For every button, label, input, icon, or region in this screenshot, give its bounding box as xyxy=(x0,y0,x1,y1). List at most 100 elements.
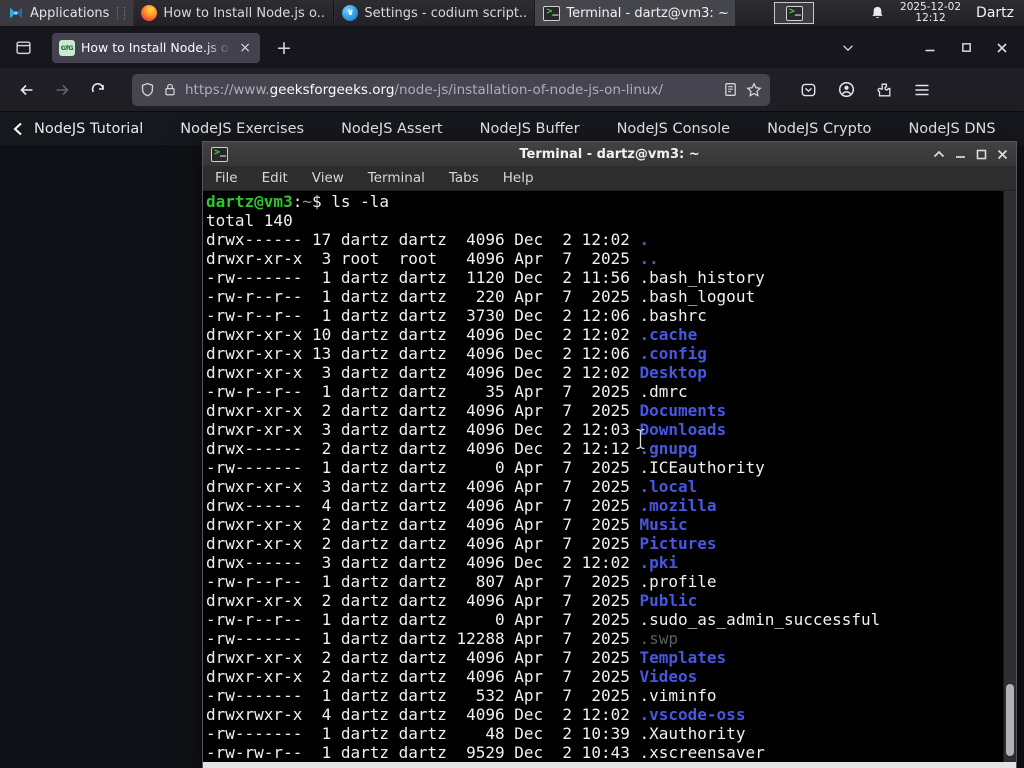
terminal-listing: drwx------ 17 dartz dartz 4096 Dec 2 12:… xyxy=(206,230,1016,762)
tracking-shield-icon[interactable] xyxy=(140,82,155,98)
site-nav-link[interactable]: NodeJS Assert xyxy=(341,121,443,137)
directory-name: Templates xyxy=(639,648,727,667)
url-bar[interactable]: https://www.geeksforgeeks.org/node-js/in… xyxy=(132,73,770,106)
taskbar-button-codium[interactable]: ∨ Settings - codium script... xyxy=(334,0,536,26)
bookmark-star-icon[interactable] xyxy=(746,81,762,98)
directory-name: Music xyxy=(639,515,688,534)
menu-tabs[interactable]: Tabs xyxy=(449,170,479,186)
browser-window-controls xyxy=(834,35,1016,61)
panel-clock[interactable]: 2025-12-02 12:12 xyxy=(900,2,961,24)
terminal-line: drwxr-xr-x 3 dartz dartz 4096 Dec 2 12:0… xyxy=(206,363,707,382)
scrollbar-thumb[interactable] xyxy=(1006,684,1014,756)
distro-logo-icon xyxy=(8,5,24,21)
menu-edit[interactable]: Edit xyxy=(262,170,288,186)
terminal-window: Terminal - dartz@vm3: ~ File Edit View T… xyxy=(202,141,1017,768)
browser-tab-active[interactable]: GfG How to Install Node.js on × xyxy=(52,32,260,63)
terminal-line: -rw-rw-r-- 1 dartz dartz 9529 Dec 2 10:4… xyxy=(206,743,765,762)
menu-help[interactable]: Help xyxy=(503,170,534,186)
lock-icon[interactable] xyxy=(163,82,177,97)
maximize-button[interactable] xyxy=(976,149,987,160)
directory-name: Videos xyxy=(639,667,698,686)
directory-name: .cache xyxy=(639,325,698,344)
file-name: .Xauthority xyxy=(639,724,746,743)
directory-name: . xyxy=(639,230,650,249)
terminal-line: drwxr-xr-x 2 dartz dartz 4096 Apr 7 2025… xyxy=(206,667,698,686)
file-name: .viminfo xyxy=(639,686,717,705)
applications-menu-button[interactable]: Applications xyxy=(0,0,134,26)
list-all-tabs-icon[interactable] xyxy=(834,35,862,61)
terminal-line: drwxr-xr-x 3 dartz dartz 4096 Dec 2 12:0… xyxy=(206,420,727,439)
terminal-line: -rw-r--r-- 1 dartz dartz 35 Apr 7 2025 .… xyxy=(206,382,688,401)
directory-name: Desktop xyxy=(639,363,707,382)
terminal-total-line: total 140 xyxy=(206,211,293,230)
terminal-icon xyxy=(211,146,228,162)
directory-name: .config xyxy=(639,344,707,363)
account-icon[interactable] xyxy=(830,75,862,105)
terminal-line: -rw-r--r-- 1 dartz dartz 220 Apr 7 2025 … xyxy=(206,287,756,306)
taskbar-button-terminal[interactable]: Terminal - dartz@vm3: ~ xyxy=(535,0,737,26)
firefox-view-icon[interactable] xyxy=(8,34,38,62)
reader-mode-icon[interactable] xyxy=(723,82,738,97)
terminal-window-title: Terminal - dartz@vm3: ~ xyxy=(519,146,700,162)
menu-file[interactable]: File xyxy=(215,170,238,186)
terminal-line: -rw------- 1 dartz dartz 48 Dec 2 10:39 … xyxy=(206,724,746,743)
minimize-button[interactable] xyxy=(955,149,966,159)
directory-name: .local xyxy=(639,477,698,496)
workspace-switcher[interactable] xyxy=(774,2,815,24)
terminal-line: drwxr-xr-x 3 root root 4096 Apr 7 2025 .… xyxy=(206,249,659,268)
close-button[interactable] xyxy=(988,35,1016,61)
taskbar-button-firefox[interactable]: How to Install Node.js o... xyxy=(133,0,335,26)
minimize-button[interactable] xyxy=(916,35,944,61)
new-tab-button[interactable]: + xyxy=(266,37,302,59)
close-button[interactable] xyxy=(997,149,1008,160)
reload-button[interactable] xyxy=(82,75,114,105)
navigation-toolbar: https://www.geeksforgeeks.org/node-js/in… xyxy=(0,68,1024,112)
terminal-bottom-edge xyxy=(203,762,1016,768)
site-nav-link[interactable]: NodeJS DNS xyxy=(908,121,995,137)
site-nav-link[interactable]: NodeJS Crypto xyxy=(767,121,871,137)
site-nav-link[interactable]: NodeJS Tutorial xyxy=(34,121,143,137)
file-name: .dmrc xyxy=(639,382,688,401)
tab-title: How to Install Node.js on xyxy=(81,40,232,55)
terminal-line: drwxr-xr-x 2 dartz dartz 4096 Apr 7 2025… xyxy=(206,534,717,553)
carousel-prev-icon[interactable] xyxy=(12,122,24,136)
terminal-menubar: File Edit View Terminal Tabs Help xyxy=(203,166,1016,191)
terminal-scrollbar[interactable] xyxy=(1003,191,1016,762)
terminal-line: drwxr-xr-x 2 dartz dartz 4096 Apr 7 2025… xyxy=(206,401,727,420)
top-panel: Applications How to Install Node.js o...… xyxy=(0,0,1024,27)
terminal-line: drwx------ 2 dartz dartz 4096 Dec 2 12:1… xyxy=(206,439,698,458)
site-nav-link[interactable]: NodeJS Exercises xyxy=(180,121,304,137)
file-name: .bash_logout xyxy=(639,287,756,306)
url-text: https://www.geeksforgeeks.org/node-js/in… xyxy=(185,81,663,98)
site-nav-link[interactable]: NodeJS Console xyxy=(617,121,731,137)
directory-name: Pictures xyxy=(639,534,717,553)
terminal-line: -rw-r--r-- 1 dartz dartz 0 Apr 7 2025 .s… xyxy=(206,610,881,629)
clock-time: 12:12 xyxy=(915,12,946,24)
maximize-button[interactable] xyxy=(952,35,980,61)
terminal-titlebar[interactable]: Terminal - dartz@vm3: ~ xyxy=(203,142,1016,166)
user-menu[interactable]: Dartz xyxy=(976,5,1014,21)
file-name: .swp xyxy=(639,629,679,648)
tab-close-icon[interactable]: × xyxy=(237,40,253,56)
terminal-screen[interactable]: dartz@vm3:~$ ls -la total 140 drwx------… xyxy=(203,191,1016,762)
site-nav-link[interactable]: NodeJS Buffer xyxy=(480,121,580,137)
notification-bell-icon[interactable] xyxy=(870,5,885,21)
terminal-line: drwx------ 3 dartz dartz 4096 Dec 2 12:0… xyxy=(206,553,679,572)
menu-hamburger-icon[interactable] xyxy=(906,75,938,105)
codium-icon: ∨ xyxy=(342,5,359,21)
panel-handle xyxy=(117,6,126,20)
firefox-icon xyxy=(141,5,158,21)
terminal-window-controls xyxy=(933,149,1008,160)
terminal-line: drwx------ 17 dartz dartz 4096 Dec 2 12:… xyxy=(206,230,650,249)
back-button[interactable] xyxy=(10,75,42,105)
menu-terminal[interactable]: Terminal xyxy=(368,170,425,186)
terminal-line: -rw------- 1 dartz dartz 0 Apr 7 2025 .I… xyxy=(206,458,765,477)
forward-button[interactable] xyxy=(46,75,78,105)
text-cursor-pointer xyxy=(635,428,646,450)
menu-view[interactable]: View xyxy=(312,170,344,186)
directory-name: Public xyxy=(639,591,698,610)
pocket-icon[interactable] xyxy=(792,75,824,105)
shade-button[interactable] xyxy=(933,149,945,159)
desktop: Applications How to Install Node.js o...… xyxy=(0,0,1024,768)
extensions-icon[interactable] xyxy=(868,75,900,105)
